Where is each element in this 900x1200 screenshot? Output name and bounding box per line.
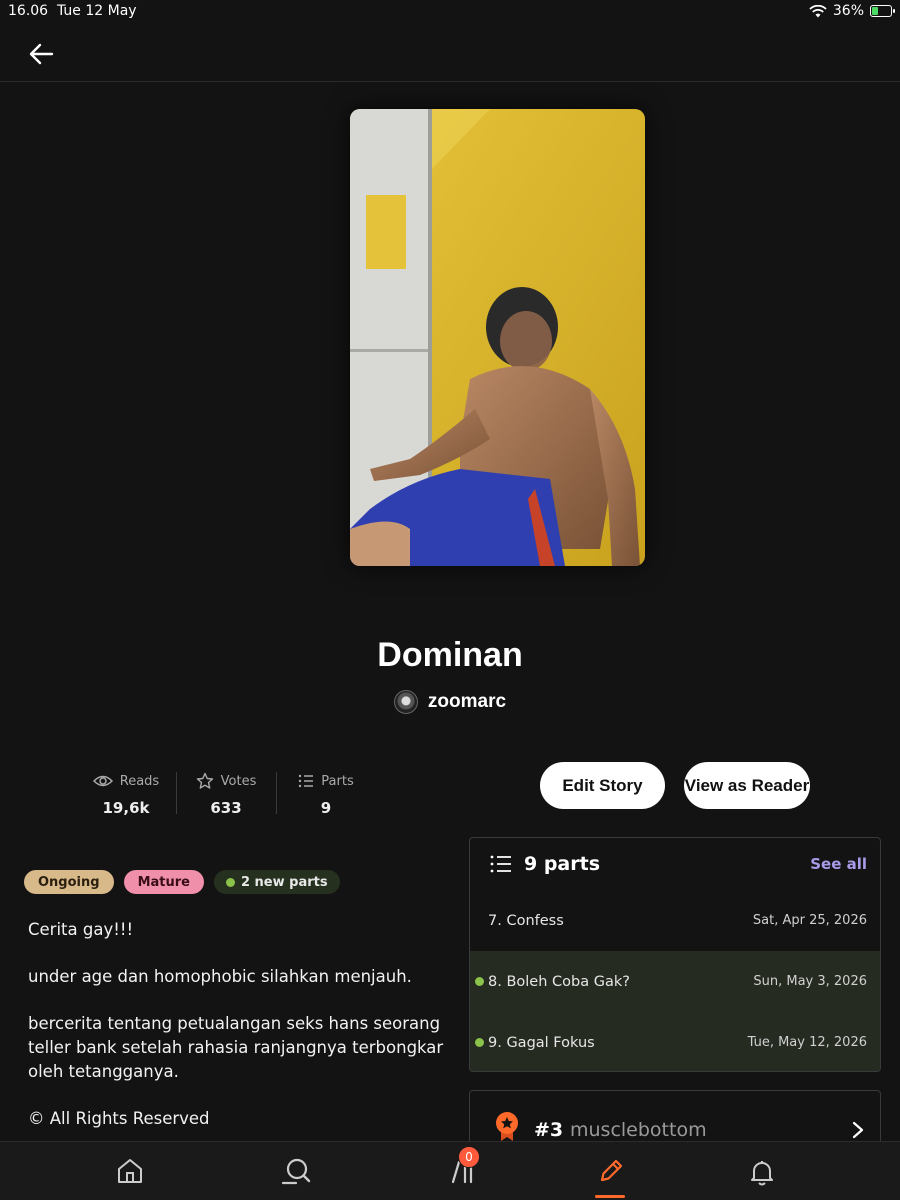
part-row[interactable]: 7. Confess Sat, Apr 25, 2026 (470, 890, 880, 951)
library-badge: 0 (458, 1146, 480, 1168)
avatar (393, 690, 418, 714)
bottom-tab-bar (0, 1141, 900, 1200)
search-icon (281, 1158, 311, 1185)
tab-search[interactable] (279, 1156, 313, 1190)
back-button[interactable] (26, 38, 58, 70)
wifi-icon (809, 4, 827, 17)
part-row[interactable]: 8. Boleh Coba Gak? Sun, May 3, 2026 (470, 951, 880, 1012)
tab-write[interactable] (593, 1156, 627, 1190)
new-parts-badge[interactable]: 2 new parts (213, 870, 340, 894)
ranking-medal-icon (496, 1112, 518, 1141)
parts-panel: 9 parts See all 7. Confess Sat, Apr 25, … (469, 837, 881, 1072)
ranking-tag: musclebottom (570, 1119, 707, 1141)
story-tags: Ongoing Mature 2 new parts (24, 870, 340, 894)
active-tab-indicator (595, 1195, 625, 1198)
chevron-right-icon (852, 1121, 864, 1139)
notifications-icon (751, 1161, 773, 1186)
ranking-number: #3 (534, 1119, 564, 1141)
story-stats: Reads 19,6k Votes 633 Parts 9 (76, 770, 376, 817)
view-as-reader-button[interactable]: View as Reader (684, 762, 810, 809)
description-paragraph: under age dan homophobic silahkan menjau… (28, 967, 412, 986)
story-cover-image[interactable] (350, 109, 645, 566)
part-title: 9. Gagal Fokus (488, 1034, 595, 1051)
status-time: 16.06 Tue 12 May (8, 3, 137, 19)
eye-icon (92, 775, 113, 787)
stat-parts: Parts 9 (276, 770, 376, 817)
mature-badge[interactable]: Mature (123, 870, 204, 894)
status-right: 36% (809, 3, 895, 19)
part-row[interactable]: 9. Gagal Fokus Tue, May 12, 2026 (470, 1012, 880, 1071)
part-date: Sat, Apr 25, 2026 (752, 913, 867, 928)
write-icon (600, 1159, 623, 1182)
author-name: zoomarc (427, 691, 507, 712)
home-icon (118, 1159, 142, 1183)
top-bar (0, 26, 900, 82)
story-title: Dominan (377, 636, 523, 674)
author-link[interactable]: zoomarc (0, 690, 900, 714)
status-bar: 16.06 Tue 12 May 36% (0, 0, 900, 24)
battery-percent: 36% (832, 3, 864, 19)
new-dot-icon (225, 877, 235, 887)
parts-heading: 9 parts (490, 853, 600, 875)
part-date: Tue, May 12, 2026 (747, 1035, 867, 1050)
battery-fill (872, 7, 879, 15)
list-icon (490, 855, 511, 873)
tab-home[interactable] (113, 1156, 147, 1190)
edit-story-button[interactable]: Edit Story (540, 762, 665, 809)
battery-icon (870, 5, 895, 17)
part-date: Sun, May 3, 2026 (753, 974, 867, 989)
new-parts-label: 2 new parts (240, 874, 328, 890)
new-dot-icon (475, 1038, 484, 1047)
description-paragraph: Cerita gay!!! (28, 920, 134, 939)
part-title: 7. Confess (488, 912, 564, 929)
parts-count: 9 parts (524, 853, 601, 875)
back-arrow-icon (29, 43, 54, 65)
stat-votes: Votes 633 (176, 770, 276, 817)
new-dot-icon (475, 977, 484, 986)
stat-label: Votes (220, 773, 257, 789)
star-icon (196, 772, 213, 789)
stat-value: 19,6k (102, 799, 150, 817)
list-icon (299, 774, 314, 788)
copyright-notice: © All Rights Reserved (28, 1109, 210, 1128)
see-all-link[interactable]: See all (810, 855, 867, 873)
stat-reads: Reads 19,6k (76, 770, 176, 817)
story-description: Cerita gay!!! under age dan homophobic s… (28, 918, 448, 1154)
description-paragraph: bercerita tentang petualangan seks hans … (28, 1014, 444, 1081)
status-badge[interactable]: Ongoing (24, 870, 114, 894)
stat-label: Parts (321, 773, 354, 789)
stat-value: 633 (210, 799, 242, 817)
part-title: 8. Boleh Coba Gak? (488, 973, 630, 990)
stat-value: 9 (320, 799, 332, 817)
stat-label: Reads (119, 773, 160, 789)
tab-notifications[interactable] (745, 1156, 779, 1190)
